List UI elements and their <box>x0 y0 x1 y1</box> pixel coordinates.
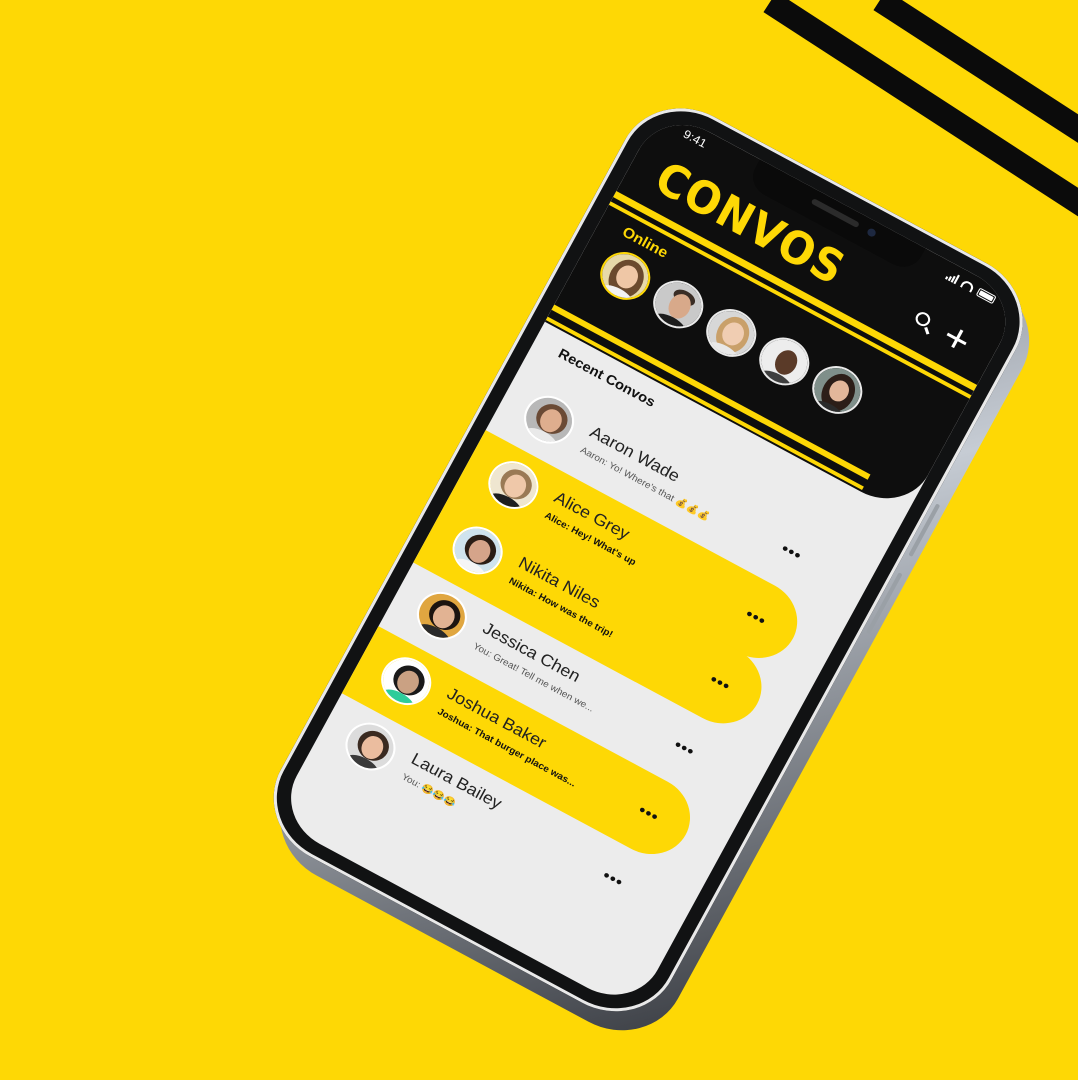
new-convo-button[interactable] <box>943 325 971 352</box>
avatar <box>700 303 763 366</box>
signal-icon <box>944 270 960 285</box>
search-button[interactable] <box>910 309 938 337</box>
avatar <box>647 274 710 338</box>
status-icons <box>944 270 997 304</box>
phone: 9:41 CONVOS Online Recent Convos Aaron W… <box>250 85 1053 1054</box>
plus-icon <box>943 325 971 352</box>
online-user-2[interactable] <box>644 271 712 338</box>
online-user-3[interactable] <box>697 300 765 366</box>
online-user-4[interactable] <box>750 328 818 395</box>
search-icon <box>913 309 933 329</box>
online-user-5[interactable] <box>803 357 871 423</box>
avatar <box>594 246 657 309</box>
camera <box>865 227 878 239</box>
battery-icon <box>975 287 997 304</box>
wifi-icon <box>960 278 976 293</box>
speaker <box>810 198 860 229</box>
avatar <box>805 360 869 423</box>
avatar <box>753 331 816 395</box>
status-time: 9:41 <box>680 126 710 151</box>
canvas: 9:41 CONVOS Online Recent Convos Aaron W… <box>0 0 1078 1080</box>
